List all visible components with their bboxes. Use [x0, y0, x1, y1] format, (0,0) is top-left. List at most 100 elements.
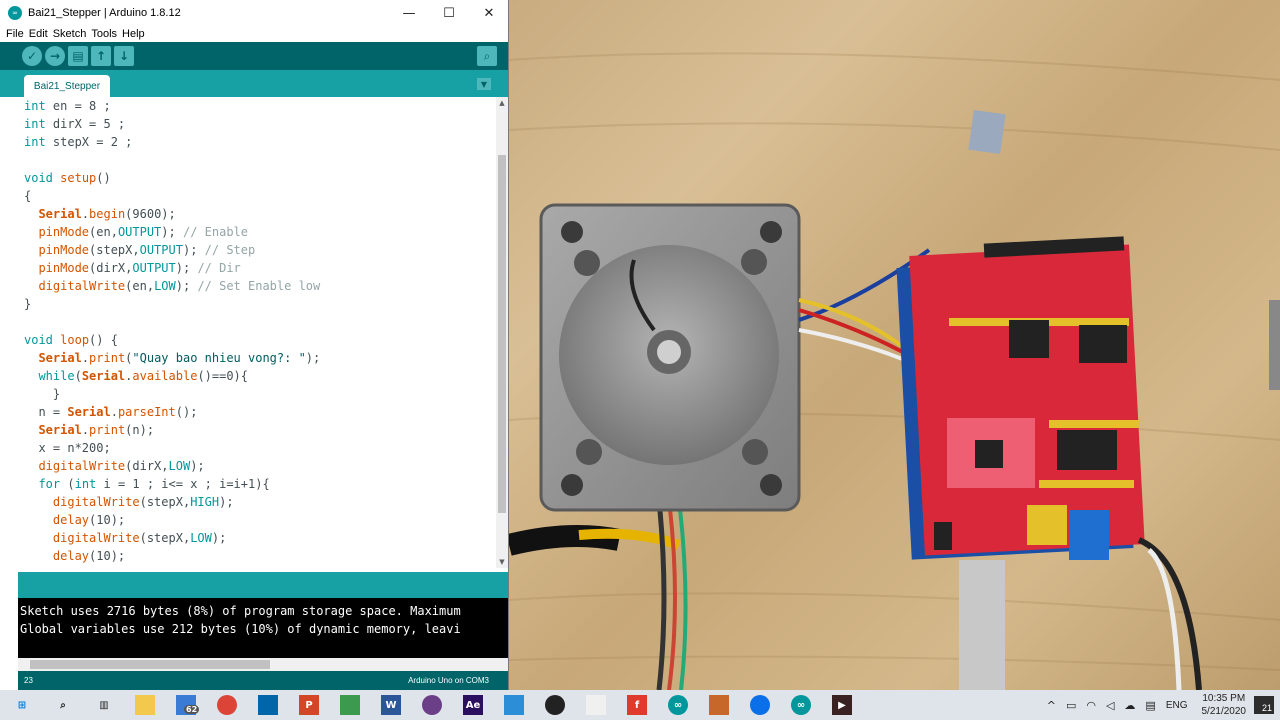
- menu-tools[interactable]: Tools: [91, 28, 117, 40]
- clock-time: 10:35 PM: [1202, 693, 1246, 704]
- wifi-icon[interactable]: ◠: [1086, 699, 1096, 712]
- record-icon[interactable]: [545, 695, 565, 715]
- code-line[interactable]: delay(10);: [24, 547, 125, 565]
- slack-icon[interactable]: [422, 695, 442, 715]
- close-button[interactable]: ✕: [469, 0, 508, 26]
- code-line[interactable]: Serial.begin(9600);: [24, 205, 175, 223]
- onedrive-icon[interactable]: ☁: [1124, 699, 1135, 712]
- serial-monitor-button[interactable]: ⌕: [477, 46, 497, 66]
- arduino-icon[interactable]: ∞: [668, 695, 688, 715]
- scrollbar-thumb[interactable]: [30, 660, 270, 669]
- arduino-window: ∞ Bai21_Stepper | Arduino 1.8.12 — ☐ ✕ F…: [0, 0, 509, 690]
- code-line[interactable]: void setup(): [24, 169, 111, 187]
- menu-help[interactable]: Help: [122, 28, 145, 40]
- code-editor[interactable]: int en = 8 ; int dirX = 5 ; int stepX = 2 …: [18, 97, 496, 568]
- media-icon[interactable]: ▶: [832, 695, 852, 715]
- scroll-down-icon[interactable]: ▼: [496, 556, 508, 568]
- keyboard-icon[interactable]: ▤: [1145, 699, 1155, 712]
- editor-vertical-scrollbar[interactable]: ▲ ▼: [496, 97, 508, 568]
- notification-center-button[interactable]: 21: [1254, 696, 1274, 714]
- scroll-up-icon[interactable]: ▲: [496, 97, 508, 109]
- volume-icon[interactable]: ◁: [1106, 699, 1114, 712]
- system-tray: ^ ▭ ◠ ◁ ☁ ▤ ENG 10:35 PM 5/21/2020 21: [1047, 690, 1280, 720]
- arrow-up-icon: ↑: [95, 49, 107, 63]
- code-line[interactable]: delay(10);: [24, 511, 125, 529]
- notification-count: 21: [1261, 703, 1272, 713]
- code-line[interactable]: digitalWrite(stepX,LOW);: [24, 529, 226, 547]
- code-line[interactable]: while(Serial.available()==0){: [24, 367, 248, 385]
- magnifier-icon: ⌕: [483, 48, 491, 63]
- console-output: Sketch uses 2716 bytes (8%) of program s…: [18, 598, 508, 658]
- word-icon[interactable]: W: [381, 695, 401, 715]
- tab-bai21-stepper[interactable]: Bai21_Stepper: [24, 75, 110, 97]
- code-line[interactable]: {: [24, 187, 31, 205]
- verify-button[interactable]: ✓: [22, 46, 42, 66]
- powerpoint-icon[interactable]: P: [299, 695, 319, 715]
- code-line[interactable]: pinMode(stepX,OUTPUT); // Step: [24, 241, 255, 259]
- code-line[interactable]: int dirX = 5 ;: [24, 115, 125, 133]
- code-line[interactable]: digitalWrite(en,LOW); // Set Enable low: [24, 277, 320, 295]
- new-sketch-button[interactable]: ▤: [68, 46, 88, 66]
- file-icon: ▤: [72, 49, 84, 63]
- chevron-up-icon[interactable]: ^: [1047, 699, 1056, 712]
- scrollbar-thumb[interactable]: [498, 155, 506, 513]
- minimize-button[interactable]: —: [389, 0, 429, 26]
- taskbar: ⊞ ⌕ ▥ 62 P W Ae f ∞ ∞ ▶ ^ ▭ ◠ ◁ ☁ ▤ ENG: [0, 690, 1280, 720]
- app-icon[interactable]: [340, 695, 360, 715]
- arrow-down-icon: ↓: [118, 49, 130, 63]
- code-line[interactable]: pinMode(dirX,OUTPUT); // Dir: [24, 259, 240, 277]
- menu-edit[interactable]: Edit: [29, 28, 48, 40]
- toolbar: ✓ → ▤ ↑ ↓ ⌕: [0, 42, 508, 70]
- code-line[interactable]: Serial.print(n);: [24, 421, 154, 439]
- console-horizontal-scrollbar[interactable]: [18, 658, 508, 671]
- code-line[interactable]: int en = 8 ;: [24, 97, 111, 115]
- arduino-icon: ∞: [8, 6, 22, 20]
- open-sketch-button[interactable]: ↑: [91, 46, 111, 66]
- language-indicator[interactable]: ENG: [1166, 700, 1188, 711]
- code-line[interactable]: digitalWrite(stepX,HIGH);: [24, 493, 234, 511]
- check-icon: ✓: [26, 49, 38, 63]
- stepper-motor-photo: [509, 52, 1280, 690]
- menu-file[interactable]: File: [6, 28, 24, 40]
- code-line[interactable]: for (int i = 1 ; i<= x ; i=i+1){: [24, 475, 269, 493]
- zalo-icon[interactable]: [750, 695, 770, 715]
- status-footer: 23 Arduino Uno on COM3: [18, 671, 508, 690]
- video-photo: [509, 0, 1280, 690]
- code-line[interactable]: void loop() {: [24, 331, 118, 349]
- mail-badge: 62: [184, 705, 200, 714]
- arrow-right-icon: →: [49, 49, 61, 63]
- console-line: Global variables use 212 bytes (10%) of …: [20, 622, 461, 636]
- menu-sketch[interactable]: Sketch: [53, 28, 87, 40]
- after-effects-icon[interactable]: Ae: [463, 695, 483, 715]
- vscode-icon[interactable]: [258, 695, 278, 715]
- search-icon[interactable]: ⌕: [53, 695, 73, 715]
- task-view-icon[interactable]: ▥: [94, 695, 114, 715]
- clock-date: 5/21/2020: [1201, 706, 1247, 717]
- console-line: Sketch uses 2716 bytes (8%) of program s…: [20, 604, 461, 618]
- app-icon[interactable]: [504, 695, 524, 715]
- code-line[interactable]: pinMode(en,OUTPUT); // Enable: [24, 223, 248, 241]
- save-sketch-button[interactable]: ↓: [114, 46, 134, 66]
- window-title: Bai21_Stepper | Arduino 1.8.12: [28, 7, 181, 19]
- code-line[interactable]: }: [24, 295, 31, 313]
- network-icon[interactable]: ▭: [1066, 699, 1076, 712]
- app-icon[interactable]: [709, 695, 729, 715]
- tab-bar: Bai21_Stepper ▼: [0, 70, 508, 97]
- code-line[interactable]: int stepX = 2 ;: [24, 133, 132, 151]
- notes-icon[interactable]: [586, 695, 606, 715]
- chrome-icon[interactable]: [217, 695, 237, 715]
- mail-icon[interactable]: 62: [176, 695, 200, 715]
- code-line[interactable]: digitalWrite(dirX,LOW);: [24, 457, 204, 475]
- arduino-icon[interactable]: ∞: [791, 695, 811, 715]
- file-explorer-icon[interactable]: [135, 695, 155, 715]
- code-line[interactable]: }: [24, 385, 60, 403]
- tab-menu-button[interactable]: ▼: [477, 78, 491, 90]
- code-line[interactable]: x = n*200;: [24, 439, 110, 457]
- windows-start-icon[interactable]: ⊞: [12, 695, 32, 715]
- code-line[interactable]: n = Serial.parseInt();: [24, 403, 197, 421]
- upload-button[interactable]: →: [45, 46, 65, 66]
- maximize-button[interactable]: ☐: [429, 0, 469, 26]
- clock[interactable]: 10:35 PM 5/21/2020: [1202, 692, 1247, 718]
- code-line[interactable]: Serial.print("Quay bao nhieu vong?: ");: [24, 349, 320, 367]
- foxit-icon[interactable]: f: [627, 695, 647, 715]
